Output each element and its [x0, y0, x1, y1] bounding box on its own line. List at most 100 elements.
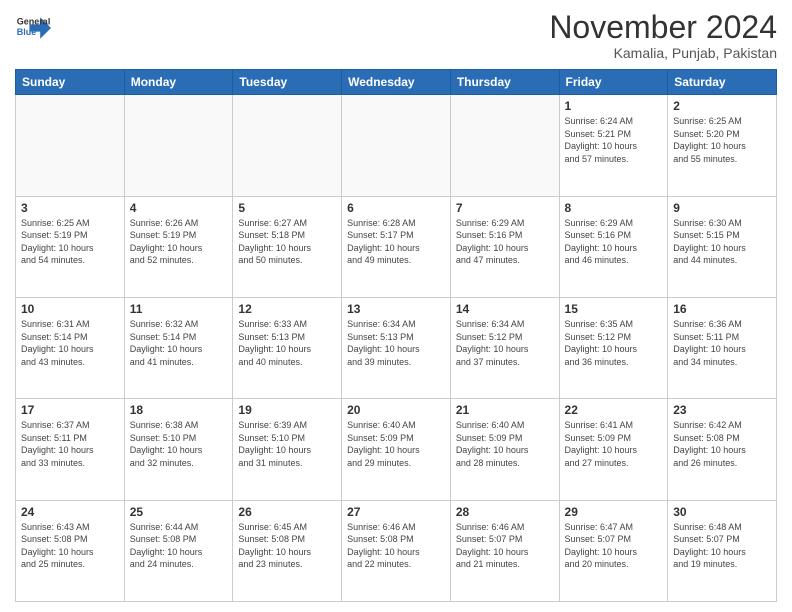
- calendar-cell: 10Sunrise: 6:31 AM Sunset: 5:14 PM Dayli…: [16, 297, 125, 398]
- day-number: 1: [565, 99, 663, 113]
- calendar-table: SundayMondayTuesdayWednesdayThursdayFrid…: [15, 69, 777, 602]
- day-info: Sunrise: 6:48 AM Sunset: 5:07 PM Dayligh…: [673, 521, 771, 571]
- title-block: November 2024 Kamalia, Punjab, Pakistan: [549, 10, 777, 61]
- day-info: Sunrise: 6:38 AM Sunset: 5:10 PM Dayligh…: [130, 419, 228, 469]
- day-number: 20: [347, 403, 445, 417]
- day-info: Sunrise: 6:28 AM Sunset: 5:17 PM Dayligh…: [347, 217, 445, 267]
- calendar-cell: 20 Sunrise: 6:40 AM Sunset: 5:09 PM Dayli…: [342, 399, 451, 500]
- day-info: Sunrise: 6:25 AM Sunset: 5:19 PM Dayligh…: [21, 217, 119, 267]
- svg-text:General: General: [17, 16, 51, 26]
- day-number: 14: [456, 302, 554, 316]
- day-info: Sunrise: 6:42 AM Sunset: 5:08 PM Dayligh…: [673, 419, 771, 469]
- day-number: 8: [565, 201, 663, 215]
- day-number: 16: [673, 302, 771, 316]
- weekday-header: Tuesday: [233, 70, 342, 95]
- week-row: 10Sunrise: 6:31 AM Sunset: 5:14 PM Dayli…: [16, 297, 777, 398]
- day-number: 7: [456, 201, 554, 215]
- day-info: Sunrise: 6:30 AM Sunset: 5:15 PM Dayligh…: [673, 217, 771, 267]
- calendar-cell: 15 Sunrise: 6:35 AM Sunset: 5:12 PM Dayli…: [559, 297, 668, 398]
- day-info: Sunrise: 6:40 AM Sunset: 5:09 PM Dayligh…: [456, 419, 554, 469]
- weekday-header: Wednesday: [342, 70, 451, 95]
- calendar-cell: 3 Sunrise: 6:25 AM Sunset: 5:19 PM Daylig…: [16, 196, 125, 297]
- page: General Blue November 2024 Kamalia, Punj…: [0, 0, 792, 612]
- day-number: 5: [238, 201, 336, 215]
- calendar-cell: 5 Sunrise: 6:27 AM Sunset: 5:18 PM Daylig…: [233, 196, 342, 297]
- day-info: Sunrise: 6:37 AM Sunset: 5:11 PM Dayligh…: [21, 419, 119, 469]
- day-info: Sunrise: 6:25 AM Sunset: 5:20 PM Dayligh…: [673, 115, 771, 165]
- week-row: 3 Sunrise: 6:25 AM Sunset: 5:19 PM Daylig…: [16, 196, 777, 297]
- calendar-cell: 29 Sunrise: 6:47 AM Sunset: 5:07 PM Dayli…: [559, 500, 668, 601]
- day-info: Sunrise: 6:34 AM Sunset: 5:13 PM Dayligh…: [347, 318, 445, 368]
- day-info: Sunrise: 6:27 AM Sunset: 5:18 PM Dayligh…: [238, 217, 336, 267]
- day-info: Sunrise: 6:29 AM Sunset: 5:16 PM Dayligh…: [565, 217, 663, 267]
- calendar-cell: [233, 95, 342, 196]
- day-number: 22: [565, 403, 663, 417]
- day-number: 19: [238, 403, 336, 417]
- calendar-cell: 6 Sunrise: 6:28 AM Sunset: 5:17 PM Daylig…: [342, 196, 451, 297]
- day-number: 25: [130, 505, 228, 519]
- calendar-cell: 12 Sunrise: 6:33 AM Sunset: 5:13 PM Dayli…: [233, 297, 342, 398]
- day-info: Sunrise: 6:34 AM Sunset: 5:12 PM Dayligh…: [456, 318, 554, 368]
- day-number: 18: [130, 403, 228, 417]
- day-info: Sunrise: 6:41 AM Sunset: 5:09 PM Dayligh…: [565, 419, 663, 469]
- calendar-cell: 4 Sunrise: 6:26 AM Sunset: 5:19 PM Daylig…: [124, 196, 233, 297]
- day-info: Sunrise: 6:35 AM Sunset: 5:12 PM Dayligh…: [565, 318, 663, 368]
- calendar-cell: 14 Sunrise: 6:34 AM Sunset: 5:12 PM Dayli…: [450, 297, 559, 398]
- calendar-cell: 13 Sunrise: 6:34 AM Sunset: 5:13 PM Dayli…: [342, 297, 451, 398]
- day-info: Sunrise: 6:26 AM Sunset: 5:19 PM Dayligh…: [130, 217, 228, 267]
- day-info: Sunrise: 6:24 AM Sunset: 5:21 PM Dayligh…: [565, 115, 663, 165]
- day-number: 4: [130, 201, 228, 215]
- day-number: 13: [347, 302, 445, 316]
- day-number: 9: [673, 201, 771, 215]
- calendar-cell: 19Sunrise: 6:39 AM Sunset: 5:10 PM Dayli…: [233, 399, 342, 500]
- calendar-cell: 8 Sunrise: 6:29 AM Sunset: 5:16 PM Daylig…: [559, 196, 668, 297]
- logo: General Blue: [15, 10, 55, 46]
- calendar-cell: [16, 95, 125, 196]
- calendar-cell: 7 Sunrise: 6:29 AM Sunset: 5:16 PM Daylig…: [450, 196, 559, 297]
- calendar-cell: 27Sunrise: 6:46 AM Sunset: 5:08 PM Dayli…: [342, 500, 451, 601]
- day-number: 26: [238, 505, 336, 519]
- calendar-cell: 2 Sunrise: 6:25 AM Sunset: 5:20 PM Daylig…: [668, 95, 777, 196]
- day-number: 11: [130, 302, 228, 316]
- day-info: Sunrise: 6:46 AM Sunset: 5:08 PM Dayligh…: [347, 521, 445, 571]
- day-info: Sunrise: 6:47 AM Sunset: 5:07 PM Dayligh…: [565, 521, 663, 571]
- week-row: 1 Sunrise: 6:24 AM Sunset: 5:21 PM Daylig…: [16, 95, 777, 196]
- day-info: Sunrise: 6:44 AM Sunset: 5:08 PM Dayligh…: [130, 521, 228, 571]
- weekday-header: Saturday: [668, 70, 777, 95]
- calendar-cell: 9 Sunrise: 6:30 AM Sunset: 5:15 PM Daylig…: [668, 196, 777, 297]
- week-row: 17 Sunrise: 6:37 AM Sunset: 5:11 PM Dayli…: [16, 399, 777, 500]
- calendar-cell: 16 Sunrise: 6:36 AM Sunset: 5:11 PM Dayli…: [668, 297, 777, 398]
- calendar-cell: 23 Sunrise: 6:42 AM Sunset: 5:08 PM Dayli…: [668, 399, 777, 500]
- day-number: 12: [238, 302, 336, 316]
- calendar-cell: 22 Sunrise: 6:41 AM Sunset: 5:09 PM Dayli…: [559, 399, 668, 500]
- day-number: 6: [347, 201, 445, 215]
- day-number: 3: [21, 201, 119, 215]
- calendar-cell: 1 Sunrise: 6:24 AM Sunset: 5:21 PM Daylig…: [559, 95, 668, 196]
- calendar-cell: [450, 95, 559, 196]
- month-title: November 2024: [549, 10, 777, 45]
- day-number: 15: [565, 302, 663, 316]
- day-number: 10: [21, 302, 119, 316]
- week-row: 24Sunrise: 6:43 AM Sunset: 5:08 PM Dayli…: [16, 500, 777, 601]
- calendar-cell: 26Sunrise: 6:45 AM Sunset: 5:08 PM Dayli…: [233, 500, 342, 601]
- day-info: Sunrise: 6:33 AM Sunset: 5:13 PM Dayligh…: [238, 318, 336, 368]
- day-info: Sunrise: 6:29 AM Sunset: 5:16 PM Dayligh…: [456, 217, 554, 267]
- calendar-cell: 30Sunrise: 6:48 AM Sunset: 5:07 PM Dayli…: [668, 500, 777, 601]
- weekday-header: Friday: [559, 70, 668, 95]
- weekday-header: Sunday: [16, 70, 125, 95]
- day-number: 23: [673, 403, 771, 417]
- calendar-cell: 24Sunrise: 6:43 AM Sunset: 5:08 PM Dayli…: [16, 500, 125, 601]
- logo-icon: General Blue: [15, 10, 51, 46]
- day-number: 29: [565, 505, 663, 519]
- day-info: Sunrise: 6:40 AM Sunset: 5:09 PM Dayligh…: [347, 419, 445, 469]
- day-number: 24: [21, 505, 119, 519]
- day-number: 21: [456, 403, 554, 417]
- calendar-cell: 21 Sunrise: 6:40 AM Sunset: 5:09 PM Dayli…: [450, 399, 559, 500]
- calendar-cell: [124, 95, 233, 196]
- calendar-cell: 17 Sunrise: 6:37 AM Sunset: 5:11 PM Dayli…: [16, 399, 125, 500]
- calendar-cell: [342, 95, 451, 196]
- day-info: Sunrise: 6:36 AM Sunset: 5:11 PM Dayligh…: [673, 318, 771, 368]
- day-number: 28: [456, 505, 554, 519]
- day-number: 2: [673, 99, 771, 113]
- day-number: 17: [21, 403, 119, 417]
